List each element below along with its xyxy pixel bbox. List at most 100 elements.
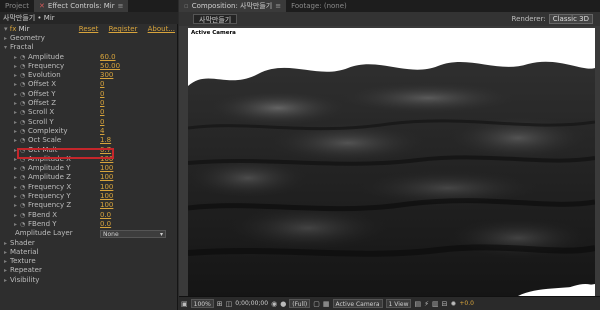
property-row[interactable]: ▾ Fractal bbox=[0, 43, 178, 52]
transparency-grid-icon[interactable]: ▦ bbox=[323, 300, 330, 308]
active-camera-dropdown[interactable]: Active Camera bbox=[332, 299, 383, 308]
property-value[interactable]: 4 bbox=[100, 127, 104, 136]
property-row[interactable]: Amplitude Layer None ▾ bbox=[0, 229, 178, 238]
tab-effect-controls[interactable]: ✕ Effect Controls: Mir ≡ bbox=[33, 0, 129, 12]
property-row[interactable]: ▸ ◔ Scroll X0 bbox=[0, 108, 178, 117]
panel-menu-icon[interactable]: ≡ bbox=[275, 2, 281, 10]
tab-footage[interactable]: Footage: (none) bbox=[286, 0, 352, 12]
reset-link[interactable]: Reset bbox=[79, 25, 99, 33]
property-row[interactable]: ▸ ◔ Scroll Y0 bbox=[0, 118, 178, 127]
lock-icon[interactable]: ▫ bbox=[184, 2, 189, 10]
stopwatch-icon[interactable]: ◔ bbox=[20, 71, 28, 80]
tab-composition[interactable]: ▫ Composition: 사막만들기 ≡ bbox=[179, 0, 287, 12]
property-value[interactable]: 100 bbox=[100, 201, 113, 210]
property-row[interactable]: ▸ Visibility bbox=[0, 276, 178, 285]
property-row[interactable]: ▸ ◔ Amplitude Y 100 bbox=[0, 164, 178, 173]
view-layout-dropdown[interactable]: 1 View bbox=[385, 299, 412, 308]
twirl-down-icon[interactable]: ▾ bbox=[4, 25, 8, 33]
property-value[interactable]: 0 bbox=[100, 118, 104, 127]
property-row[interactable]: ▸ ◔ Offset Y0 bbox=[0, 90, 178, 99]
property-value[interactable]: 0 bbox=[100, 99, 104, 108]
property-value[interactable]: 60.0 bbox=[100, 53, 116, 62]
resolution-dropdown[interactable]: (Full) bbox=[289, 299, 311, 308]
property-row[interactable]: ▸ ◔ Amplitude 60.0 bbox=[0, 53, 178, 62]
property-label: Material bbox=[10, 247, 39, 256]
stopwatch-icon[interactable]: ◔ bbox=[20, 80, 28, 89]
stopwatch-icon[interactable]: ◔ bbox=[20, 211, 28, 220]
stopwatch-icon[interactable]: ◔ bbox=[20, 183, 28, 192]
property-row[interactable]: ▸ ◔ Complexity 4 bbox=[0, 127, 178, 136]
property-value[interactable]: 1.8 bbox=[100, 136, 111, 145]
effect-header: ▾ fx Mir Reset Register About... bbox=[0, 24, 178, 34]
effect-name: Mir bbox=[18, 25, 30, 33]
renderer-dropdown[interactable]: Classic 3D bbox=[548, 14, 593, 24]
color-channel-icon[interactable]: ● bbox=[280, 300, 286, 308]
property-row[interactable]: ▸ ◔ Oct Scale 1.8 bbox=[0, 136, 178, 145]
close-icon[interactable]: ✕ bbox=[39, 2, 45, 10]
property-row[interactable]: ▸ Repeater bbox=[0, 266, 178, 275]
roi-icon[interactable]: ▢ bbox=[313, 300, 320, 308]
property-value[interactable]: 0 bbox=[100, 80, 104, 89]
stopwatch-icon[interactable]: ◔ bbox=[20, 173, 28, 182]
property-row[interactable]: ▸ ◔ Offset Z0 bbox=[0, 99, 178, 108]
zoom-dropdown[interactable]: 100% bbox=[190, 299, 214, 308]
property-row[interactable]: ▸ Texture bbox=[0, 257, 178, 266]
stopwatch-icon[interactable]: ◔ bbox=[20, 118, 28, 127]
register-link[interactable]: Register bbox=[109, 25, 138, 33]
tab-project[interactable]: Project bbox=[0, 0, 34, 12]
property-value[interactable]: 0 bbox=[100, 108, 104, 117]
property-value[interactable]: 100 bbox=[100, 183, 113, 192]
property-row[interactable]: ▸ ◔ FBend X 0.0 bbox=[0, 211, 178, 220]
stopwatch-icon[interactable]: ◔ bbox=[20, 90, 28, 99]
tab-composition-label: Composition: 사막만들기 bbox=[191, 2, 273, 10]
stopwatch-icon[interactable]: ◔ bbox=[20, 136, 28, 145]
timeline-icon[interactable]: ▥ bbox=[432, 300, 439, 308]
property-row[interactable]: ▸ Material bbox=[0, 248, 178, 257]
stopwatch-icon[interactable]: ◔ bbox=[20, 62, 28, 71]
stopwatch-icon[interactable]: ◔ bbox=[20, 192, 28, 201]
stopwatch-icon[interactable]: ◔ bbox=[20, 99, 28, 108]
region-icon[interactable]: ▣ bbox=[181, 300, 188, 308]
property-row[interactable]: ▸ Shader bbox=[0, 239, 178, 248]
about-link[interactable]: About... bbox=[148, 25, 175, 33]
property-value[interactable]: 50.00 bbox=[100, 62, 120, 71]
fx-icon[interactable]: fx bbox=[10, 25, 17, 33]
stopwatch-icon[interactable]: ◔ bbox=[20, 201, 28, 210]
property-value[interactable]: 0.0 bbox=[100, 211, 111, 220]
toggle-pixel-icon[interactable]: ▤ bbox=[414, 300, 421, 308]
property-value[interactable]: 0.0 bbox=[100, 220, 111, 229]
camera-snapshot-icon[interactable]: ◉ bbox=[271, 300, 277, 308]
amplitude-layer-dropdown[interactable]: None ▾ bbox=[100, 230, 166, 238]
exposure-value[interactable]: +0.0 bbox=[459, 300, 474, 307]
property-value[interactable]: 0 bbox=[100, 90, 104, 99]
timecode[interactable]: 0;00;00;00 bbox=[235, 300, 268, 307]
property-row[interactable]: ▸ ◔ Frequency Y 100 bbox=[0, 192, 178, 201]
property-value[interactable]: 100 bbox=[100, 164, 113, 173]
property-row[interactable]: ▸ Geometry bbox=[0, 34, 178, 43]
dropdown-value: None bbox=[103, 231, 119, 239]
property-row[interactable]: ▸ ◔ Frequency Z 100 bbox=[0, 201, 178, 210]
property-value[interactable]: 300 bbox=[100, 71, 113, 80]
stopwatch-icon[interactable]: ◔ bbox=[20, 108, 28, 117]
stopwatch-icon[interactable]: ◔ bbox=[20, 164, 28, 173]
property-row[interactable]: ▸ ◔ Frequency 50.00 bbox=[0, 62, 178, 71]
stopwatch-icon[interactable]: ◔ bbox=[20, 220, 28, 229]
property-row[interactable]: ▸ ◔ Offset X0 bbox=[0, 80, 178, 89]
property-value[interactable]: 100 bbox=[100, 192, 113, 201]
stopwatch-icon[interactable]: ◔ bbox=[20, 127, 28, 136]
property-row[interactable]: ▸ ◔ FBend Y 0.0 bbox=[0, 220, 178, 229]
property-value[interactable]: 100 bbox=[100, 173, 113, 182]
comp-name-button[interactable]: 사막만들기 bbox=[193, 14, 238, 24]
mask-icon[interactable]: ◫ bbox=[226, 300, 233, 308]
panel-menu-icon[interactable]: ≡ bbox=[118, 2, 124, 10]
tab-effect-controls-label: Effect Controls: Mir bbox=[47, 2, 115, 10]
exposure-icon[interactable]: ✹ bbox=[451, 300, 457, 308]
property-row[interactable]: ▸ ◔ Amplitude Z 100 bbox=[0, 173, 178, 182]
composition-viewer[interactable]: Active Camera bbox=[188, 28, 595, 296]
property-row[interactable]: ▸ ◔ Evolution 300 bbox=[0, 71, 178, 80]
fast-preview-icon[interactable]: ⚡ bbox=[424, 300, 429, 308]
property-row[interactable]: ▸ ◔ Frequency X 100 bbox=[0, 183, 178, 192]
stopwatch-icon[interactable]: ◔ bbox=[20, 53, 28, 62]
flowchart-icon[interactable]: ⊟ bbox=[442, 300, 448, 308]
grid-icon[interactable]: ⊞ bbox=[217, 300, 223, 308]
